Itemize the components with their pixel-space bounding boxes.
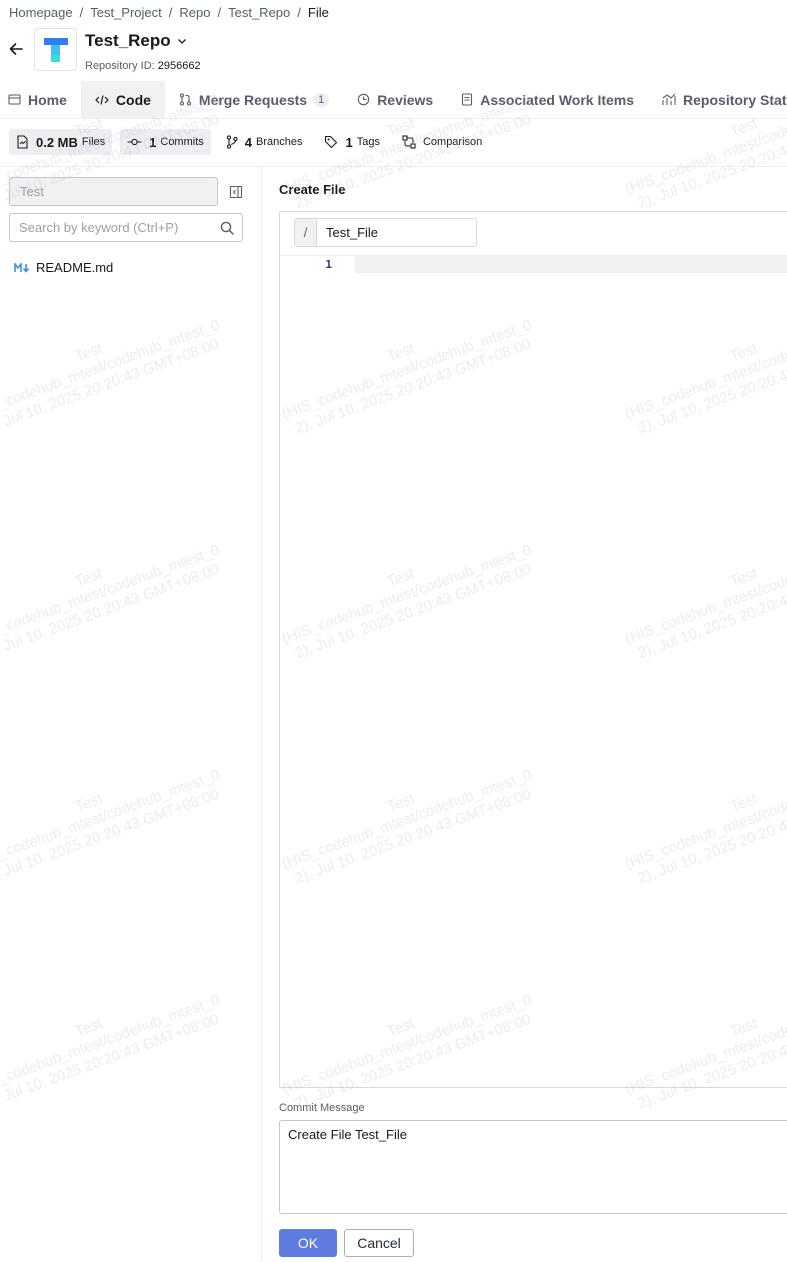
breadcrumb-separator: / (217, 4, 222, 20)
branch-selector[interactable]: Test (9, 177, 218, 206)
repo-logo-t-icon (43, 37, 68, 62)
repo-nav-tabs: Home Code Merge Requests 1 Reviews Assoc… (0, 81, 787, 119)
watermark-line: Test (72, 789, 105, 816)
watermark-line: Test (72, 1014, 105, 1041)
watermark: Test(HIS_codehub_mtest/codehub_mtest_02)… (0, 747, 236, 894)
tab-code-label: Code (115, 91, 151, 108)
watermark-line: Test (72, 564, 105, 591)
watermark-line: (HIS_codehub_mtest/codehub_mtest_0 (0, 316, 222, 423)
tags-stat[interactable]: 1 Tags (317, 129, 386, 155)
commit-message-label: Commit Message (279, 1102, 365, 1114)
breadcrumb-separator: / (297, 4, 301, 20)
repo-logo (34, 28, 77, 71)
tab-code[interactable]: Code (80, 81, 165, 118)
files-label: Files (81, 136, 106, 148)
chevron-down-icon (177, 39, 186, 44)
commits-count: 1 (149, 134, 157, 150)
file-tree-item[interactable]: README.md (14, 260, 113, 275)
breadcrumb-test-project[interactable]: Test_Project (90, 5, 162, 20)
watermark-line: 2), Jul 10, 2025 20:20:43 GMT+08:00 (0, 785, 222, 888)
search-icon[interactable] (220, 221, 234, 235)
markdown-icon (14, 262, 30, 273)
repository-id-label: Repository ID: (85, 60, 155, 72)
breadcrumb-repo[interactable]: Repo (179, 5, 210, 20)
files-size-value: 0.2 MB (36, 134, 78, 150)
file-tree-item-label: README.md (36, 260, 114, 275)
tab-repository-statistics[interactable]: Repository Statistics (648, 81, 787, 118)
tab-reviews[interactable]: Reviews (343, 81, 447, 118)
tab-reviews-label: Reviews (377, 91, 434, 108)
ok-button[interactable]: OK (279, 1229, 337, 1257)
tab-merge-requests[interactable]: Merge Requests 1 (165, 81, 343, 118)
branch-icon (226, 135, 238, 149)
watermark-line: 2), Jul 10, 2025 20:20:43 GMT+08:00 (0, 335, 222, 438)
breadcrumb-current: File (307, 4, 329, 20)
file-path-box: / (294, 218, 477, 247)
repository-id: Repository ID: 2956662 (85, 60, 201, 72)
tab-associated-work-items[interactable]: Associated Work Items (447, 81, 648, 118)
commit-message-input[interactable]: Create File Test_File (279, 1120, 787, 1214)
code-editor: / 1 (279, 211, 787, 1088)
tab-merge-requests-label: Merge Requests (198, 91, 308, 108)
repo-stats-bar: 0.2 MB Files 1 Commits 4 Branches 1 Tags (9, 129, 489, 155)
comparison-label: Comparison (422, 136, 483, 148)
merge-request-icon (179, 93, 191, 106)
comparison-link[interactable]: Comparison (395, 129, 489, 155)
branches-count: 4 (244, 134, 252, 150)
watermark-line: 2), Jul 10, 2025 20:20:43 GMT+08:00 (635, 111, 787, 213)
breadcrumb-separator: / (79, 4, 84, 20)
back-arrow-icon[interactable] (7, 40, 25, 58)
panel-divider (261, 167, 262, 1262)
file-search-input[interactable] (10, 214, 210, 241)
file-name-input[interactable] (317, 219, 467, 246)
file-size-icon (17, 135, 28, 149)
code-text-area[interactable] (355, 256, 787, 1086)
merge-requests-count-badge: 1 (313, 92, 330, 107)
watermark-line: 2), Jul 10, 2025 20:20:43 GMT+08:00 (0, 1010, 222, 1113)
code-icon (95, 94, 109, 105)
commit-icon (127, 138, 142, 146)
commits-stat[interactable]: 1 Commits (120, 129, 211, 155)
breadcrumb-test-repo[interactable]: Test_Repo (228, 5, 290, 20)
watermark-line: (HIS_codehub_mtest/codehub_mtest_0 (0, 991, 222, 1098)
repo-name[interactable]: Test_Repo (85, 31, 187, 51)
watermark-line: (HIS_codehub_mtest/codehub_mtest_0 (0, 766, 222, 873)
work-item-icon (462, 93, 473, 106)
cancel-button[interactable]: Cancel (344, 1229, 414, 1257)
watermark: Test(HIS_codehub_mtest/codehub_mtest_02)… (0, 972, 236, 1119)
files-stat[interactable]: 0.2 MB Files (9, 129, 113, 155)
breadcrumb-separator: / (168, 4, 173, 20)
watermark-line: 2), Jul 10, 2025 20:20:43 GMT+08:00 (0, 560, 222, 663)
home-icon (8, 94, 21, 105)
page-title: Create File (279, 182, 346, 197)
tab-home[interactable]: Home (0, 81, 81, 118)
tab-repository-statistics-label: Repository Statistics (683, 91, 787, 108)
path-prefix: / (295, 219, 317, 246)
breadcrumb: Homepage / Test_Project / Repo / Test_Re… (9, 4, 329, 20)
watermark-line: 2), Jul 10, 2025 20:20:43 GMT+08:00 (292, 110, 534, 213)
watermark: Test(HIS_codehub_mtest/codehub_mtest_02)… (0, 522, 236, 669)
tags-label: Tags (356, 136, 380, 148)
line-number: 1 (325, 258, 332, 271)
tab-associated-work-items-label: Associated Work Items (480, 91, 635, 108)
breadcrumb-homepage[interactable]: Homepage (9, 5, 73, 20)
branches-stat[interactable]: 4 Branches (219, 129, 310, 155)
statistics-icon (662, 93, 676, 105)
review-icon (357, 93, 370, 106)
tags-count: 1 (345, 134, 353, 150)
file-search-box (9, 213, 243, 242)
repository-id-value: 2956662 (157, 60, 201, 72)
tab-home-label: Home (28, 91, 67, 108)
watermark: Test(HIS_codehub_mtest/codehub_mtest_02)… (0, 297, 236, 444)
watermark-line: (HIS_codehub_mtest/codehub_mtest_0 (0, 541, 222, 648)
compare-icon (402, 135, 416, 149)
tag-icon (325, 135, 338, 149)
branches-label: Branches (256, 136, 303, 148)
collapse-sidebar-icon[interactable] (229, 185, 243, 199)
commits-label: Commits (160, 136, 204, 148)
header-divider (0, 166, 787, 167)
repo-name-label: Test_Repo (85, 31, 171, 50)
watermark-line: Test (72, 339, 105, 366)
